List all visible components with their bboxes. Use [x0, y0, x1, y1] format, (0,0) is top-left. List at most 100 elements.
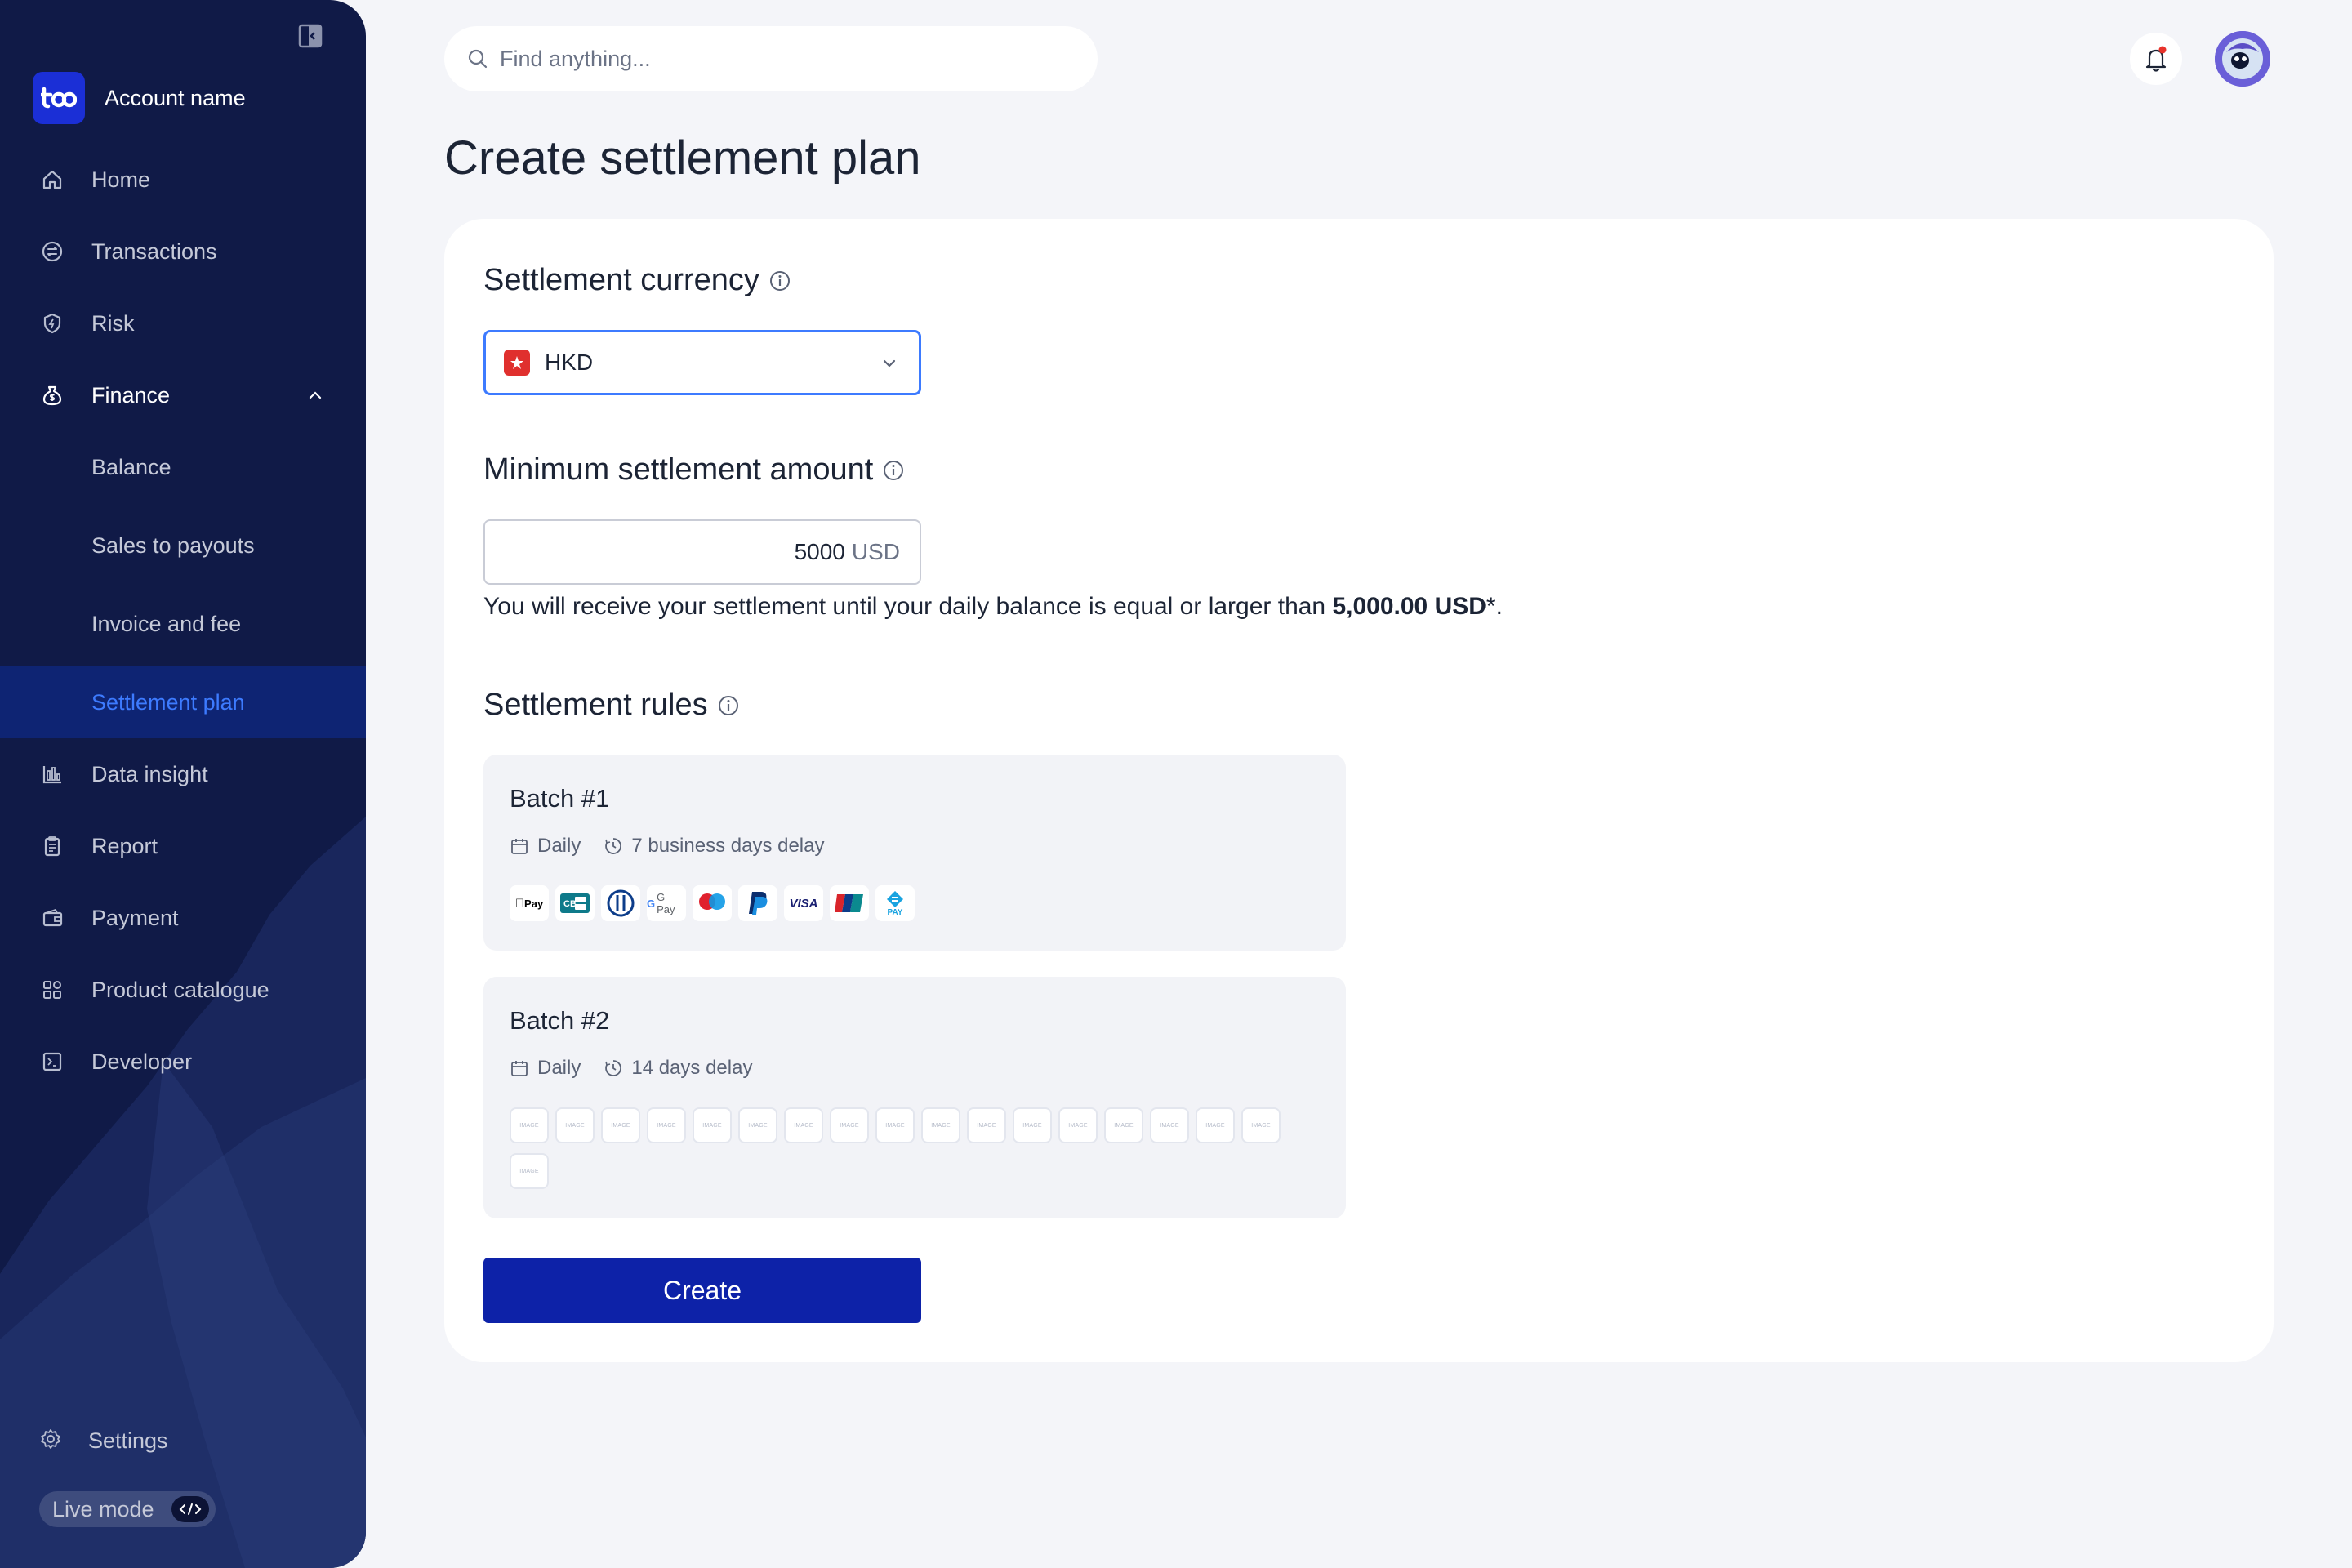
sidebar-item-transactions[interactable]: Transactions — [0, 216, 366, 287]
collapse-sidebar-icon[interactable] — [297, 23, 323, 49]
money-bag-icon — [39, 382, 65, 408]
sidebar-item-label: Home — [91, 167, 151, 192]
image-placeholder-icon: IMAGE — [1058, 1107, 1098, 1143]
shield-icon — [39, 310, 65, 336]
sidebar-item-sales-to-payouts[interactable]: Sales to payouts — [0, 510, 366, 581]
placeholder-label: IMAGE — [1022, 1122, 1042, 1129]
placeholder-label: IMAGE — [519, 1122, 539, 1129]
minimum-amount-field[interactable]: USD — [483, 519, 921, 585]
placeholder-label: IMAGE — [702, 1122, 722, 1129]
placeholder-label: IMAGE — [931, 1122, 951, 1129]
placeholder-label: IMAGE — [1114, 1122, 1134, 1129]
alipay-hk-icon: PAY — [875, 885, 915, 921]
google-pay-icon: GG Pay — [647, 885, 686, 921]
sidebar-item-label: Sales to payouts — [91, 532, 255, 558]
placeholder-label: IMAGE — [1068, 1122, 1088, 1129]
settlement-currency-title: Settlement currency — [483, 263, 760, 297]
create-button[interactable]: Create — [483, 1258, 921, 1323]
minimum-amount-helper-text: You will receive your settlement until y… — [483, 593, 1503, 621]
cb-card-icon: CB — [555, 885, 595, 921]
sidebar-item-label: Finance — [91, 382, 171, 408]
placeholder-label: IMAGE — [565, 1122, 585, 1129]
batch-meta: Daily 14 days delay — [510, 1057, 752, 1080]
helper-amount: 5,000.00 USD — [1332, 593, 1486, 620]
batch-title: Batch #2 — [510, 1006, 610, 1035]
sidebar: Account name Home Transactions Risk Fina… — [0, 0, 366, 1568]
sidebar-item-report[interactable]: Report — [0, 810, 366, 882]
image-placeholder-icon: IMAGE — [510, 1153, 549, 1189]
sidebar-item-invoice-and-fee[interactable]: Invoice and fee — [0, 588, 366, 660]
search-icon — [468, 49, 488, 69]
image-placeholder-icon: IMAGE — [1013, 1107, 1052, 1143]
currency-select[interactable]: HKD — [483, 330, 921, 395]
sidebar-item-settings[interactable]: Settings — [0, 1405, 366, 1477]
info-icon[interactable] — [718, 695, 739, 716]
sidebar-item-product-catalogue[interactable]: Product catalogue — [0, 954, 366, 1026]
settings-label: Settings — [88, 1428, 168, 1453]
image-placeholder-icon: IMAGE — [693, 1107, 732, 1143]
notifications-button[interactable] — [2130, 33, 2182, 85]
settlement-currency-heading: Settlement currency — [483, 263, 791, 298]
sidebar-item-data-insight[interactable]: Data insight — [0, 738, 366, 810]
payment-method-list: IMAGE IMAGE IMAGE IMAGE IMAGE IMAGE IMAG… — [510, 1107, 1326, 1199]
info-icon[interactable] — [769, 270, 791, 292]
image-placeholder-icon: IMAGE — [921, 1107, 960, 1143]
live-mode-toggle[interactable]: Live mode — [39, 1491, 216, 1527]
batch-card[interactable]: Batch #2 Daily 14 days delay IMAGE IMAGE… — [483, 977, 1346, 1218]
minimum-amount-input[interactable] — [599, 539, 845, 565]
search-bar[interactable] — [444, 26, 1098, 91]
sidebar-item-risk[interactable]: Risk — [0, 287, 366, 359]
sidebar-item-label: Report — [91, 833, 158, 858]
sidebar-item-settlement-plan[interactable]: Settlement plan — [0, 666, 366, 738]
clipboard-icon — [39, 833, 65, 859]
apple-pay-icon: Pay — [510, 885, 549, 921]
image-placeholder-icon: IMAGE — [830, 1107, 869, 1143]
placeholder-label: IMAGE — [519, 1168, 539, 1174]
amount-unit: USD — [851, 539, 900, 564]
placeholder-label: IMAGE — [1160, 1122, 1179, 1129]
placeholder-label: IMAGE — [1251, 1122, 1271, 1129]
avatar-image — [2215, 31, 2270, 87]
sidebar-item-payment[interactable]: Payment — [0, 882, 366, 954]
account-name: Account name — [105, 85, 246, 110]
visa-icon: VISA — [784, 885, 823, 921]
settlement-rules-title: Settlement rules — [483, 688, 708, 722]
sidebar-item-balance[interactable]: Balance — [0, 431, 366, 503]
search-input[interactable] — [500, 46, 1055, 72]
sidebar-item-label: Balance — [91, 454, 172, 479]
account-switcher[interactable]: Account name — [33, 72, 246, 124]
sidebar-item-label: Data insight — [91, 761, 208, 786]
image-placeholder-icon: IMAGE — [555, 1107, 595, 1143]
placeholder-label: IMAGE — [794, 1122, 813, 1129]
maestro-icon — [693, 885, 732, 921]
placeholder-label: IMAGE — [748, 1122, 768, 1129]
image-placeholder-icon: IMAGE — [1196, 1107, 1235, 1143]
hong-kong-flag-icon — [504, 350, 530, 376]
bell-icon — [2145, 46, 2167, 72]
placeholder-label: IMAGE — [657, 1122, 676, 1129]
transactions-icon — [39, 238, 65, 265]
sidebar-item-label: Risk — [91, 310, 135, 336]
placeholder-label: IMAGE — [977, 1122, 996, 1129]
grid-icon — [39, 977, 65, 1003]
gear-icon — [39, 1428, 62, 1454]
minimum-settlement-title: Minimum settlement amount — [483, 452, 874, 487]
sidebar-item-home[interactable]: Home — [0, 144, 366, 216]
image-placeholder-icon: IMAGE — [738, 1107, 777, 1143]
live-mode-label: Live mode — [52, 1496, 154, 1521]
clock-icon — [605, 1060, 622, 1076]
page-title: Create settlement plan — [444, 131, 921, 185]
sidebar-item-finance[interactable]: Finance — [0, 359, 366, 431]
payment-method-label: CB — [564, 899, 577, 909]
placeholder-label: IMAGE — [1205, 1122, 1225, 1129]
logo-icon — [41, 87, 77, 109]
batch-card[interactable]: Batch #1 Daily 7 business days delay Pa… — [483, 755, 1346, 951]
sidebar-item-developer[interactable]: Developer — [0, 1026, 366, 1098]
avatar[interactable] — [2215, 31, 2270, 87]
sidebar-item-label: Product catalogue — [91, 977, 270, 1002]
batch-delay: 14 days delay — [631, 1057, 753, 1079]
payment-method-label: VISA — [789, 896, 818, 911]
helper-prefix: You will receive your settlement until y… — [483, 593, 1333, 620]
payment-method-label: PAY — [887, 907, 903, 917]
info-icon[interactable] — [883, 460, 904, 481]
